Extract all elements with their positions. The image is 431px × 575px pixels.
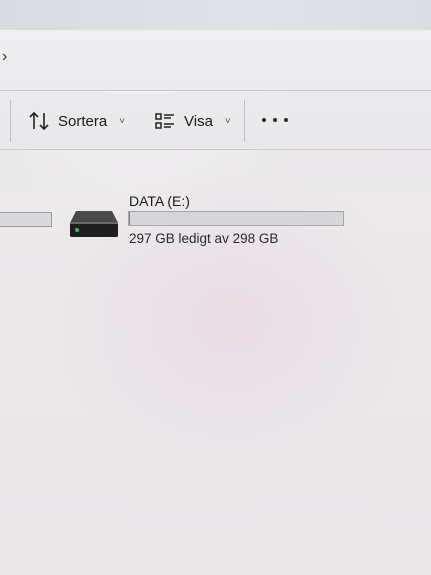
hard-drive-icon[interactable] [68,203,120,239]
drive-free-space: 297 GB ledigt av 298 GB [129,231,279,246]
sort-label: Sortera [58,112,108,130]
address-bar-row [0,30,431,91]
drive-usage-bar [128,211,344,226]
toolbar-separator [244,100,245,142]
chevron-down-icon: ˅ [119,115,126,127]
sort-arrows-icon [28,111,50,131]
toolbar-separator [10,100,11,142]
title-bar [0,0,431,30]
drive-name[interactable]: DATA (E:) [129,193,190,209]
more-dots-icon [262,118,266,122]
view-button[interactable]: Visa ˅ [154,108,231,134]
view-label: Visa [184,112,213,130]
sort-button[interactable]: Sortera ˅ [28,108,125,134]
chevron-right-icon[interactable]: › [2,48,7,66]
chevron-down-icon: ˅ [224,115,231,127]
more-options-button[interactable] [262,112,288,128]
drive-usage-fill [129,212,130,225]
previous-drive-usage-bar [0,212,52,227]
view-list-icon [154,111,176,131]
